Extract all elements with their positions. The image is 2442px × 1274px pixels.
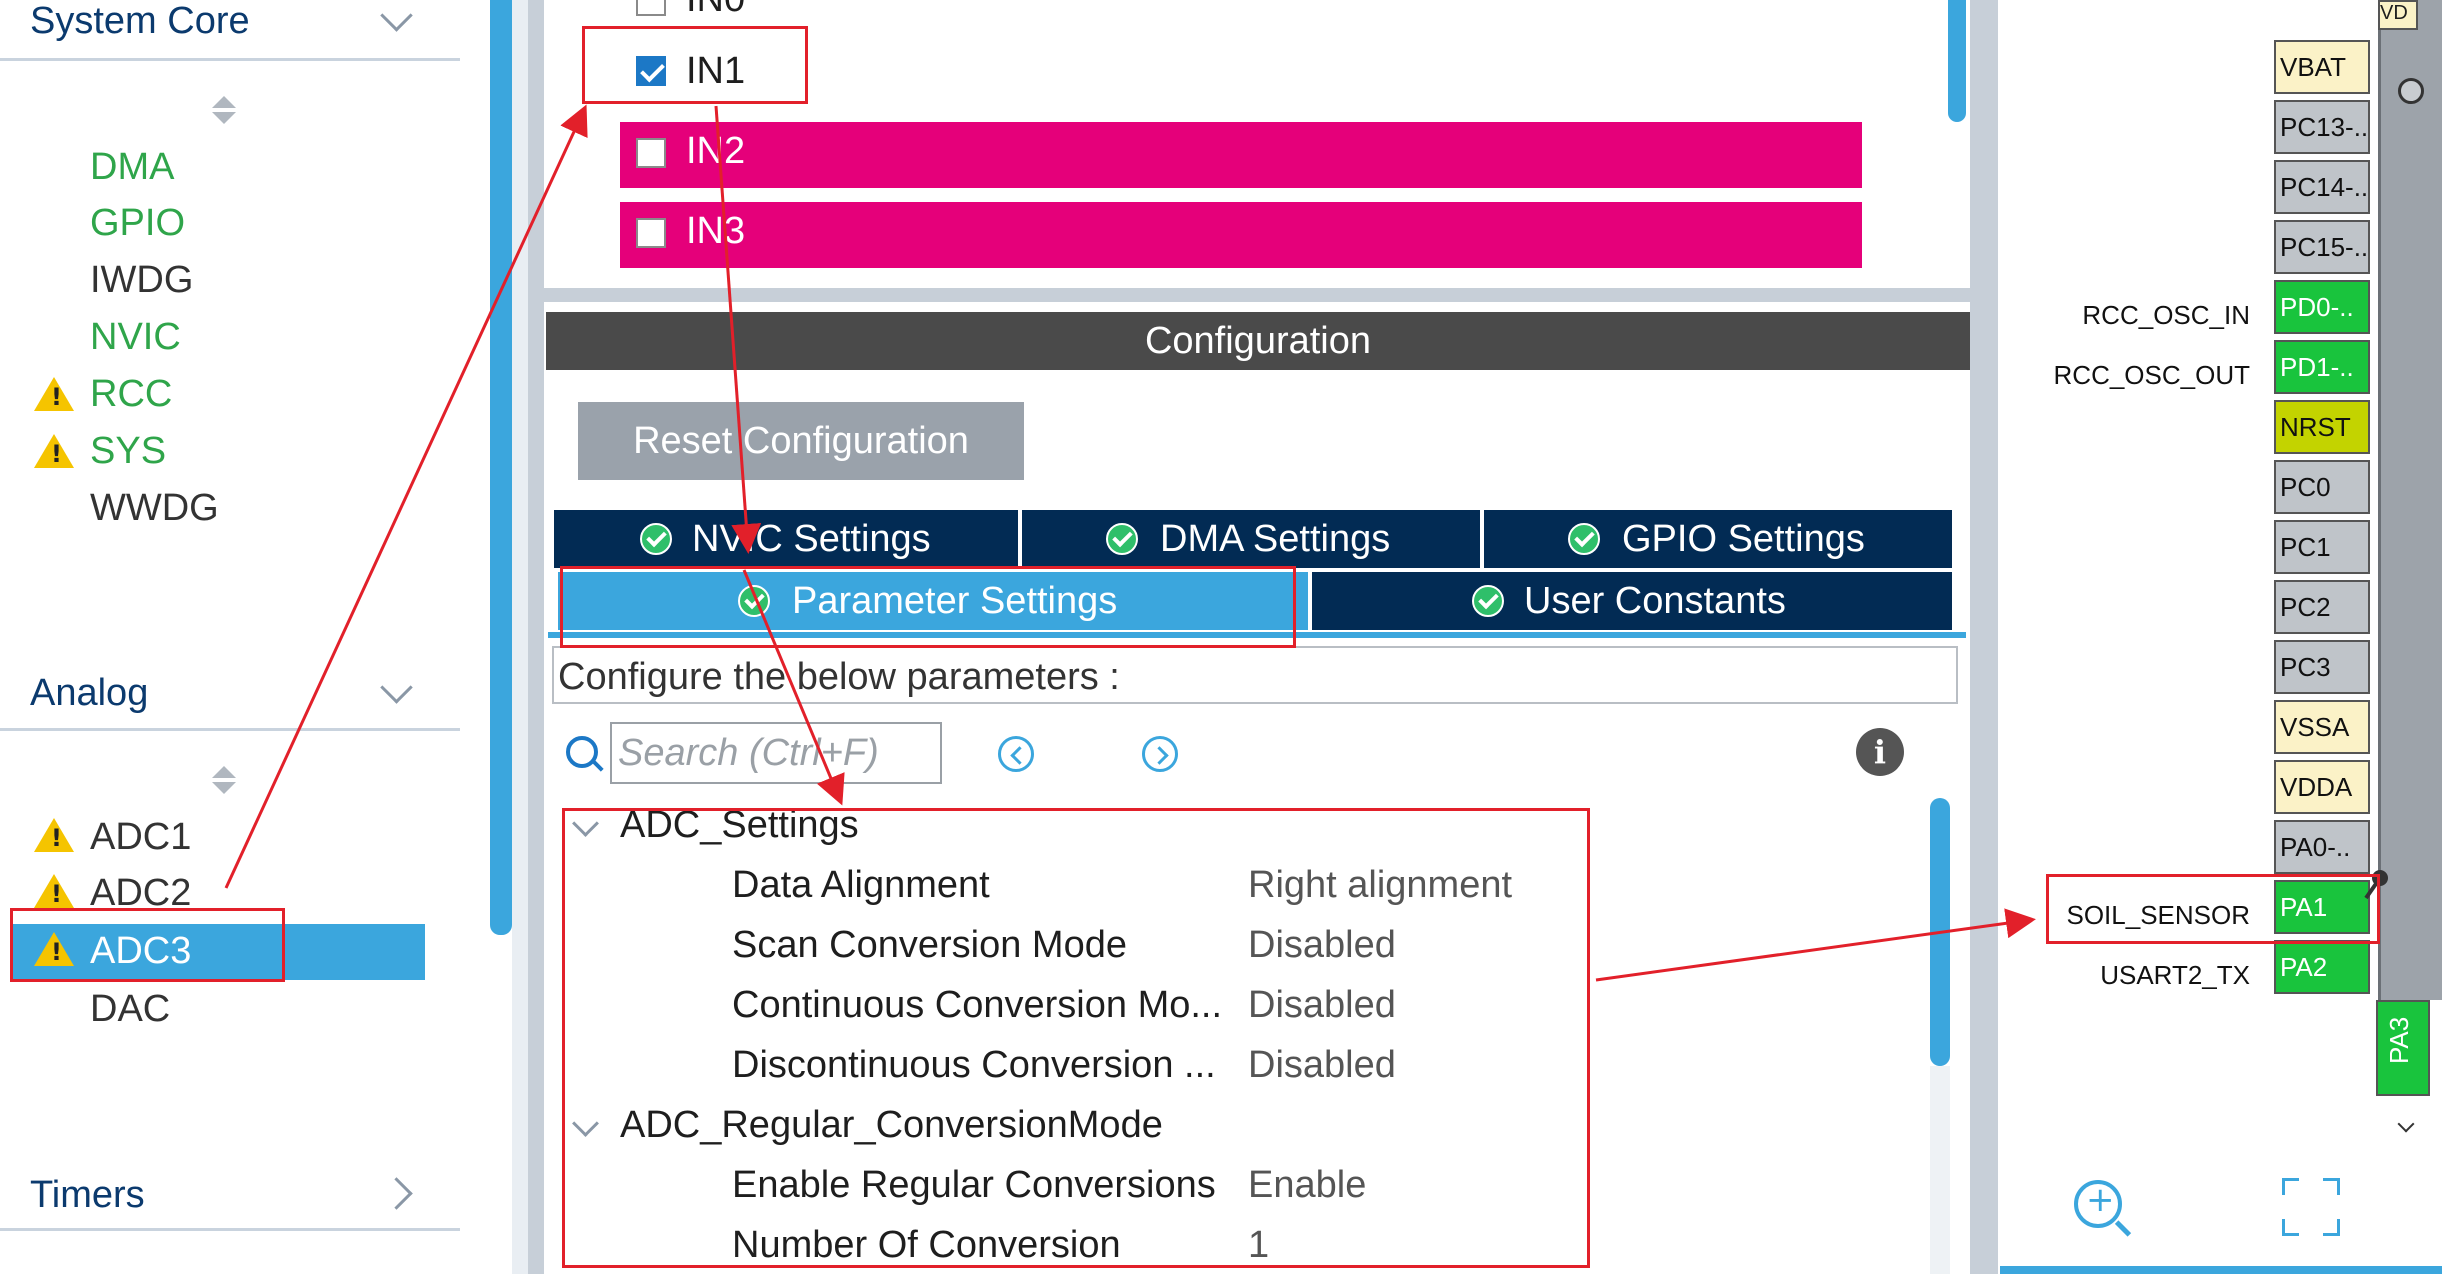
- panel-separator: [544, 288, 1970, 302]
- channel-row-in2[interactable]: IN2: [620, 122, 1862, 188]
- check-circle-icon: [1472, 585, 1504, 617]
- category-item-wwdg[interactable]: WWDG: [90, 485, 219, 531]
- category-item-gpio[interactable]: GPIO: [90, 200, 185, 246]
- annotation-box-pa1: [2046, 874, 2380, 944]
- tab-gpio-settings[interactable]: GPIO Settings: [1484, 510, 1952, 568]
- category-item-iwdg[interactable]: IWDG: [90, 257, 193, 303]
- check-circle-icon: [1568, 523, 1600, 555]
- chip-body: [2378, 0, 2442, 1000]
- category-item-dac[interactable]: DAC: [90, 986, 170, 1032]
- fit-screen-icon[interactable]: [2282, 1178, 2340, 1236]
- chip-pin[interactable]: PA2: [2274, 940, 2370, 994]
- chip-pin[interactable]: PC14-..: [2274, 160, 2370, 214]
- search-input[interactable]: [610, 722, 942, 784]
- analog-header[interactable]: Analog: [0, 666, 460, 731]
- category-item-dma[interactable]: DMA: [90, 144, 174, 190]
- channel-label-in0: IN0: [686, 0, 745, 21]
- annotation-box-in1: [582, 26, 808, 104]
- panel-border: [528, 0, 544, 1274]
- chip-pin[interactable]: PC2: [2274, 580, 2370, 634]
- warning-icon: !: [34, 434, 74, 468]
- next-icon[interactable]: [1142, 736, 1178, 772]
- zoom-in-icon[interactable]: [2074, 1180, 2122, 1228]
- annotation-box-parameter-settings: [560, 566, 1296, 648]
- annotation-arrow: [1595, 908, 2036, 982]
- chevron-right-icon[interactable]: [380, 1177, 413, 1210]
- system-core-title: System Core: [30, 0, 250, 42]
- parameters-scrollbar[interactable]: [1930, 798, 1950, 1066]
- check-circle-icon: [1106, 523, 1138, 555]
- chevron-down-icon[interactable]: [2397, 1115, 2415, 1133]
- tab-dma-settings[interactable]: DMA Settings: [1022, 510, 1480, 568]
- pin-signal-label: RCC_OSC_IN: [2082, 300, 2250, 330]
- category-scrollbar[interactable]: [490, 0, 512, 935]
- configure-instructions: Configure the below parameters :: [552, 646, 1958, 704]
- timers-title: Timers: [30, 1174, 145, 1216]
- chip-pin[interactable]: PC1: [2274, 520, 2370, 574]
- channel-checkbox-in2[interactable]: [636, 138, 666, 168]
- search-icon[interactable]: [566, 736, 598, 768]
- chip-pin[interactable]: PC3: [2274, 640, 2370, 694]
- system-core-header[interactable]: System Core: [0, 0, 460, 61]
- chip-pin[interactable]: VSSA: [2274, 700, 2370, 754]
- tab-user-constants[interactable]: User Constants: [1312, 572, 1952, 630]
- channel-label-in2: IN2: [686, 130, 746, 172]
- category-item-sys[interactable]: SYS: [90, 428, 166, 474]
- chip-pin[interactable]: PC15-..: [2274, 220, 2370, 274]
- channel-checkbox-in3[interactable]: [636, 218, 666, 248]
- annotation-box-adc3: [10, 908, 285, 982]
- channel-row-in3[interactable]: IN3: [620, 202, 1862, 268]
- pin-signal-label: USART2_TX: [2100, 960, 2250, 990]
- previous-icon[interactable]: [998, 736, 1034, 772]
- tab-label: User Constants: [1524, 580, 1786, 622]
- channel-checkbox-in0[interactable]: [636, 0, 666, 16]
- tab-label: DMA Settings: [1160, 518, 1391, 560]
- chip-pin[interactable]: PD1-..: [2274, 340, 2370, 394]
- category-item-nvic[interactable]: NVIC: [90, 314, 181, 360]
- category-item-rcc[interactable]: RCC: [90, 371, 172, 417]
- configuration-title: Configuration: [546, 312, 1970, 370]
- chip-pin1-marker: [2398, 78, 2424, 104]
- analog-title: Analog: [30, 672, 149, 714]
- channel-label-in3: IN3: [686, 210, 746, 252]
- chip-pin[interactable]: NRST: [2274, 400, 2370, 454]
- warning-icon: !: [34, 818, 74, 852]
- chevron-down-icon[interactable]: [380, 671, 413, 704]
- chip-pin[interactable]: PC13-..: [2274, 100, 2370, 154]
- bottom-scrollbar[interactable]: [2000, 1266, 2442, 1274]
- chip-pin[interactable]: PA0-..: [2274, 820, 2370, 874]
- pin-name: PA3: [2384, 1016, 2414, 1064]
- timers-header[interactable]: Timers: [0, 1170, 460, 1231]
- category-item-adc1[interactable]: ADC1: [90, 814, 191, 860]
- chevron-down-icon[interactable]: [380, 0, 413, 32]
- chip-pin[interactable]: VDDA: [2274, 760, 2370, 814]
- check-circle-icon: [640, 523, 672, 555]
- tab-label: GPIO Settings: [1622, 518, 1865, 560]
- chip-pin-pa3[interactable]: PA3: [2376, 1000, 2430, 1096]
- chip-pin[interactable]: PD0-..: [2274, 280, 2370, 334]
- panel-border: [1970, 0, 1998, 1274]
- chip-pin[interactable]: PC0: [2274, 460, 2370, 514]
- tab-nvic-settings[interactable]: NVIC Settings: [554, 510, 1018, 568]
- mode-scrollbar[interactable]: [1948, 0, 1966, 122]
- reset-configuration-button[interactable]: Reset Configuration: [578, 402, 1024, 480]
- tab-label: NVIC Settings: [692, 518, 931, 560]
- scrollbar-track: [1930, 1066, 1950, 1274]
- pin-signal-label: RCC_OSC_OUT: [2053, 360, 2250, 390]
- annotation-box-parameters: [562, 808, 1590, 1268]
- chip-pin[interactable]: VBAT: [2274, 40, 2370, 94]
- chip-pin-top[interactable]: VD: [2378, 0, 2418, 30]
- info-icon[interactable]: i: [1856, 728, 1904, 776]
- warning-icon: !: [34, 874, 74, 908]
- panel-divider: [512, 0, 528, 1274]
- warning-icon: !: [34, 377, 74, 411]
